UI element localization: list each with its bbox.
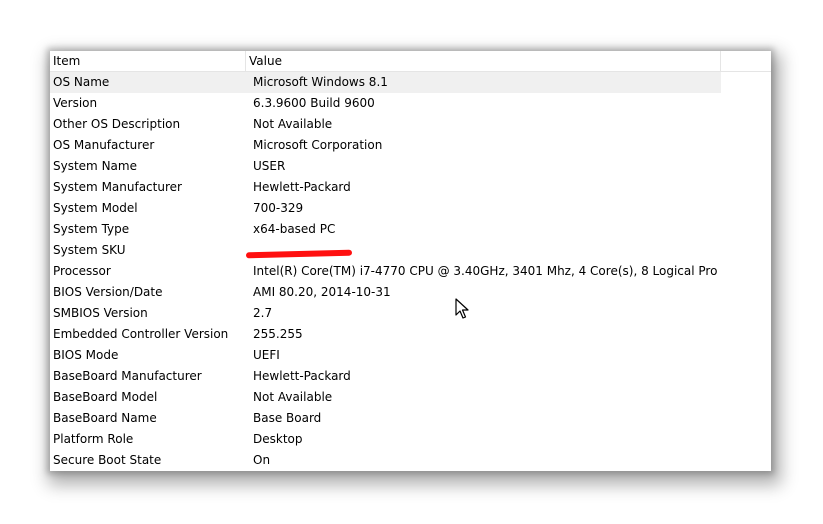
row-item: BIOS Version/Date [53,285,163,299]
table-header: Item Value [50,51,771,72]
column-header-item[interactable]: Item [50,51,246,71]
row-value: On [253,453,271,467]
row-value: Microsoft Corporation [253,138,383,152]
row-item: OS Name [53,75,110,89]
row-item: BIOS Mode [53,348,119,362]
row-item: BaseBoard Manufacturer [53,369,202,383]
row-value: Hewlett-Packard [253,369,351,383]
row-item: Processor [53,264,111,278]
row-value: x64-based PC [253,222,336,236]
row-value: UEFI [253,348,280,362]
table-row[interactable]: System Type x64-based PC [50,219,771,240]
row-value: AMI 80.20, 2014-10-31 [253,285,391,299]
table-row[interactable]: System Manufacturer Hewlett-Packard [50,177,771,198]
system-summary-table: Item Value OS Name Microsoft Windows 8.1… [50,51,771,471]
table-row[interactable]: BaseBoard Name Base Board [50,408,771,429]
row-value: Hewlett-Packard [253,180,351,194]
redaction-mark [245,249,353,259]
table-row[interactable]: Other OS Description Not Available [50,114,771,135]
row-item: System Model [53,201,138,215]
row-item: SMBIOS Version [53,306,148,320]
table-row[interactable]: BaseBoard Model Not Available [50,387,771,408]
table-row[interactable]: BIOS Version/Date AMI 80.20, 2014-10-31 [50,282,771,303]
column-header-value[interactable]: Value [246,51,721,71]
row-value: USER [253,159,286,173]
table-row[interactable]: Secure Boot State On [50,450,771,471]
row-value: Microsoft Windows 8.1 [253,75,388,89]
row-item: BaseBoard Name [53,411,157,425]
table-row[interactable]: Version 6.3.9600 Build 9600 [50,93,771,114]
row-item: System SKU [53,243,126,257]
row-item: System Name [53,159,137,173]
table-row[interactable]: System SKU [50,240,771,261]
table-row[interactable]: Embedded Controller Version 255.255 [50,324,771,345]
row-item: BaseBoard Model [53,390,158,404]
row-value: Not Available [253,390,333,404]
row-item: Platform Role [53,432,134,446]
row-value: 2.7 [253,306,273,320]
table-row[interactable]: OS Manufacturer Microsoft Corporation [50,135,771,156]
table-row[interactable]: BIOS Mode UEFI [50,345,771,366]
table-row[interactable]: SMBIOS Version 2.7 [50,303,771,324]
column-header-filler [721,51,771,71]
row-item: Version [53,96,98,110]
table-row[interactable]: BaseBoard Manufacturer Hewlett-Packard [50,366,771,387]
row-value: Desktop [253,432,303,446]
row-item: System Manufacturer [53,180,182,194]
table-row[interactable]: Platform Role Desktop [50,429,771,450]
table-row[interactable]: OS Name Microsoft Windows 8.1 [50,72,721,93]
row-item: System Type [53,222,130,236]
table-row[interactable]: Processor Intel(R) Core(TM) i7-4770 CPU … [50,261,771,282]
row-value: Base Board [253,411,322,425]
row-value: 700-329 [253,201,304,215]
row-item: Secure Boot State [53,453,162,467]
row-value: 255.255 [253,327,303,341]
table-body: OS Name Microsoft Windows 8.1 Version 6.… [50,72,771,471]
row-value: Not Available [253,117,333,131]
table-row[interactable]: System Name USER [50,156,771,177]
mouse-pointer-icon [455,298,469,319]
row-value: 6.3.9600 Build 9600 [253,96,375,110]
row-item: Embedded Controller Version [53,327,229,341]
table-row[interactable]: System Model 700-329 [50,198,771,219]
row-item: OS Manufacturer [53,138,155,152]
row-item: Other OS Description [53,117,181,131]
row-value: Intel(R) Core(TM) i7-4770 CPU @ 3.40GHz,… [253,264,718,278]
